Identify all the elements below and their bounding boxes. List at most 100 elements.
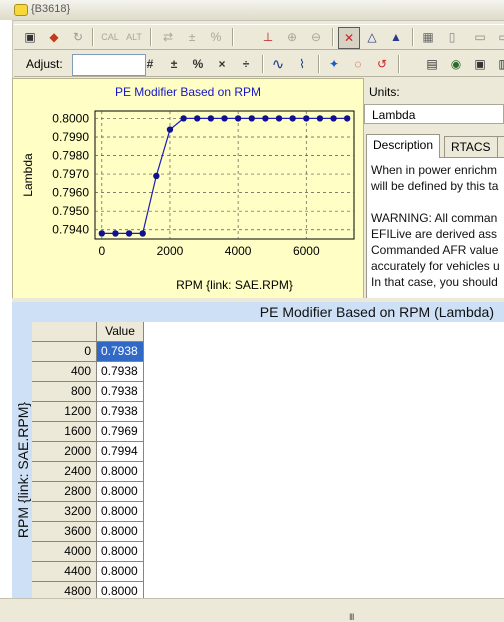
grid-icon[interactable]: ▦	[418, 27, 438, 47]
subtract-icon[interactable]: ⊖	[306, 27, 326, 47]
3d-cube-icon[interactable]: ◆	[44, 27, 64, 47]
select-region-icon[interactable]: ◌	[348, 54, 368, 74]
row-header[interactable]: 1200	[32, 402, 97, 422]
linear-interpolate-icon[interactable]: ⌇	[292, 54, 312, 74]
target-icon[interactable]: ✦	[324, 54, 344, 74]
resize-grip[interactable]: III	[349, 612, 354, 622]
table-cell[interactable]: 0.8000	[97, 502, 144, 522]
refresh-icon[interactable]: ↻	[68, 27, 88, 47]
data-point	[330, 115, 337, 122]
increment-icon[interactable]: ±	[182, 27, 202, 47]
table-cell[interactable]: 0.7938	[97, 342, 144, 362]
description-line: In that case, you should	[371, 275, 498, 289]
description-text: When in power enrichm will be defined by…	[366, 157, 504, 298]
data-point	[180, 115, 187, 122]
row-axis-label: RPM {link: SAE.RPM}	[15, 401, 31, 539]
x-axis-label: RPM {link: SAE.RPM}	[176, 278, 293, 292]
divide-icon[interactable]: ÷	[236, 54, 256, 74]
y-tick-label: 0.7970	[52, 167, 89, 181]
x-tick-label: 2000	[157, 244, 184, 258]
data-point	[139, 230, 146, 237]
swap-icon[interactable]: ⇄	[158, 27, 178, 47]
smooth-icon[interactable]: ∿	[268, 54, 288, 74]
tab-overflow[interactable]	[497, 136, 504, 157]
table-cell[interactable]: 0.7969	[97, 422, 144, 442]
y-tick-label: 0.8000	[52, 111, 89, 125]
data-point	[112, 230, 119, 237]
row-header[interactable]: 4000	[32, 542, 97, 562]
row-header[interactable]: 400	[32, 362, 97, 382]
tab-description[interactable]: Description	[366, 134, 441, 158]
description-line: accurately for vehicles u	[371, 259, 500, 273]
row-header[interactable]: 0	[32, 342, 97, 362]
table-cell[interactable]: 0.8000	[97, 462, 144, 482]
row-header[interactable]: 3200	[32, 502, 97, 522]
table-title: PE Modifier Based on RPM (Lambda)	[259, 304, 494, 320]
row-header[interactable]: 2000	[32, 442, 97, 462]
adjust-toolbar: Adjust: # ± % × ÷ ∿ ⌇ ✦ ◌ ↺ ▤ ◉ ▣ ▥	[14, 52, 504, 77]
description-line: WARNING: All comman	[371, 211, 498, 225]
units-field[interactable]: Lambda	[364, 104, 504, 124]
table-cell[interactable]: 0.8000	[97, 542, 144, 562]
undo-circle-icon[interactable]: ↺	[372, 54, 392, 74]
surface-highlight-icon[interactable]: ✕	[338, 27, 360, 49]
row-header[interactable]: 4400	[32, 562, 97, 582]
multiply-icon[interactable]: ×	[212, 54, 232, 74]
table-cell[interactable]: 0.7994	[97, 442, 144, 462]
data-point	[166, 126, 174, 133]
row-header[interactable]: 2800	[32, 482, 97, 502]
map-icon[interactable]: ◉	[446, 54, 466, 74]
data-point	[303, 115, 310, 122]
chart-view-icon[interactable]: ▣	[20, 27, 40, 47]
overflow-icon[interactable]: ▭	[494, 27, 504, 47]
export-icon[interactable]: ▣	[470, 54, 490, 74]
row-axis-strip: RPM {link: SAE.RPM}	[12, 322, 32, 598]
alt-button[interactable]: ALT	[124, 27, 144, 47]
description-line: Commanded AFR value	[371, 243, 499, 257]
column-icon[interactable]: ▯	[442, 27, 462, 47]
column-header-value[interactable]: Value	[97, 322, 144, 342]
toolbar-separator	[92, 28, 94, 46]
chart-pane: 0.7940 0.7950 0.7960 0.7970 0.7980 0.7990 0.80…	[12, 78, 364, 300]
data-point	[316, 115, 324, 122]
plus-minus-icon[interactable]: ±	[164, 54, 184, 74]
pyramid-icon[interactable]: △	[362, 27, 382, 47]
table-cell[interactable]: 0.7938	[97, 382, 144, 402]
cal-button[interactable]: CAL	[100, 27, 120, 47]
lock-icon[interactable]: ⊥	[258, 27, 278, 47]
window-titlebar: {B3618}	[0, 0, 504, 21]
table-icon[interactable]: ▤	[422, 54, 442, 74]
row-header[interactable]: 2400	[32, 462, 97, 482]
data-point	[125, 230, 133, 237]
description-line	[371, 194, 504, 210]
data-point	[248, 115, 255, 122]
data-point	[275, 115, 283, 122]
table-cell[interactable]: 0.8000	[97, 562, 144, 582]
units-label: Units:	[369, 85, 400, 99]
data-point	[98, 230, 106, 237]
adjust-input[interactable]	[72, 54, 146, 76]
row-header[interactable]: 3600	[32, 522, 97, 542]
toolbar-separator	[332, 28, 334, 46]
toolbar-separator	[412, 28, 414, 46]
row-icon[interactable]: ▭	[470, 27, 490, 47]
description-line: will be defined by this ta	[371, 179, 499, 193]
chart-title: PE Modifier Based on RPM	[114, 85, 262, 99]
percent-icon[interactable]: %	[206, 27, 226, 47]
table-cell[interactable]: 0.8000	[97, 522, 144, 542]
add-icon[interactable]: ⊕	[282, 27, 302, 47]
table-cell[interactable]: 0.7938	[97, 362, 144, 382]
row-header[interactable]: 800	[32, 382, 97, 402]
table-cell[interactable]: 0.7938	[97, 402, 144, 422]
import-icon[interactable]: ▥	[494, 54, 504, 74]
table-cell[interactable]: 0.8000	[97, 482, 144, 502]
line-chart: 0.7940 0.7950 0.7960 0.7970 0.7980 0.7990 0.80…	[21, 110, 355, 292]
tab-rtacs[interactable]: RTACS	[444, 136, 498, 157]
y-tick-label: 0.7940	[52, 223, 89, 237]
cone-icon[interactable]: ▲	[386, 27, 406, 47]
percent-adjust-icon[interactable]: %	[188, 54, 208, 74]
data-point	[234, 115, 242, 122]
row-header[interactable]: 1600	[32, 422, 97, 442]
toolbar-separator	[318, 55, 320, 73]
hash-icon[interactable]: #	[140, 54, 160, 74]
